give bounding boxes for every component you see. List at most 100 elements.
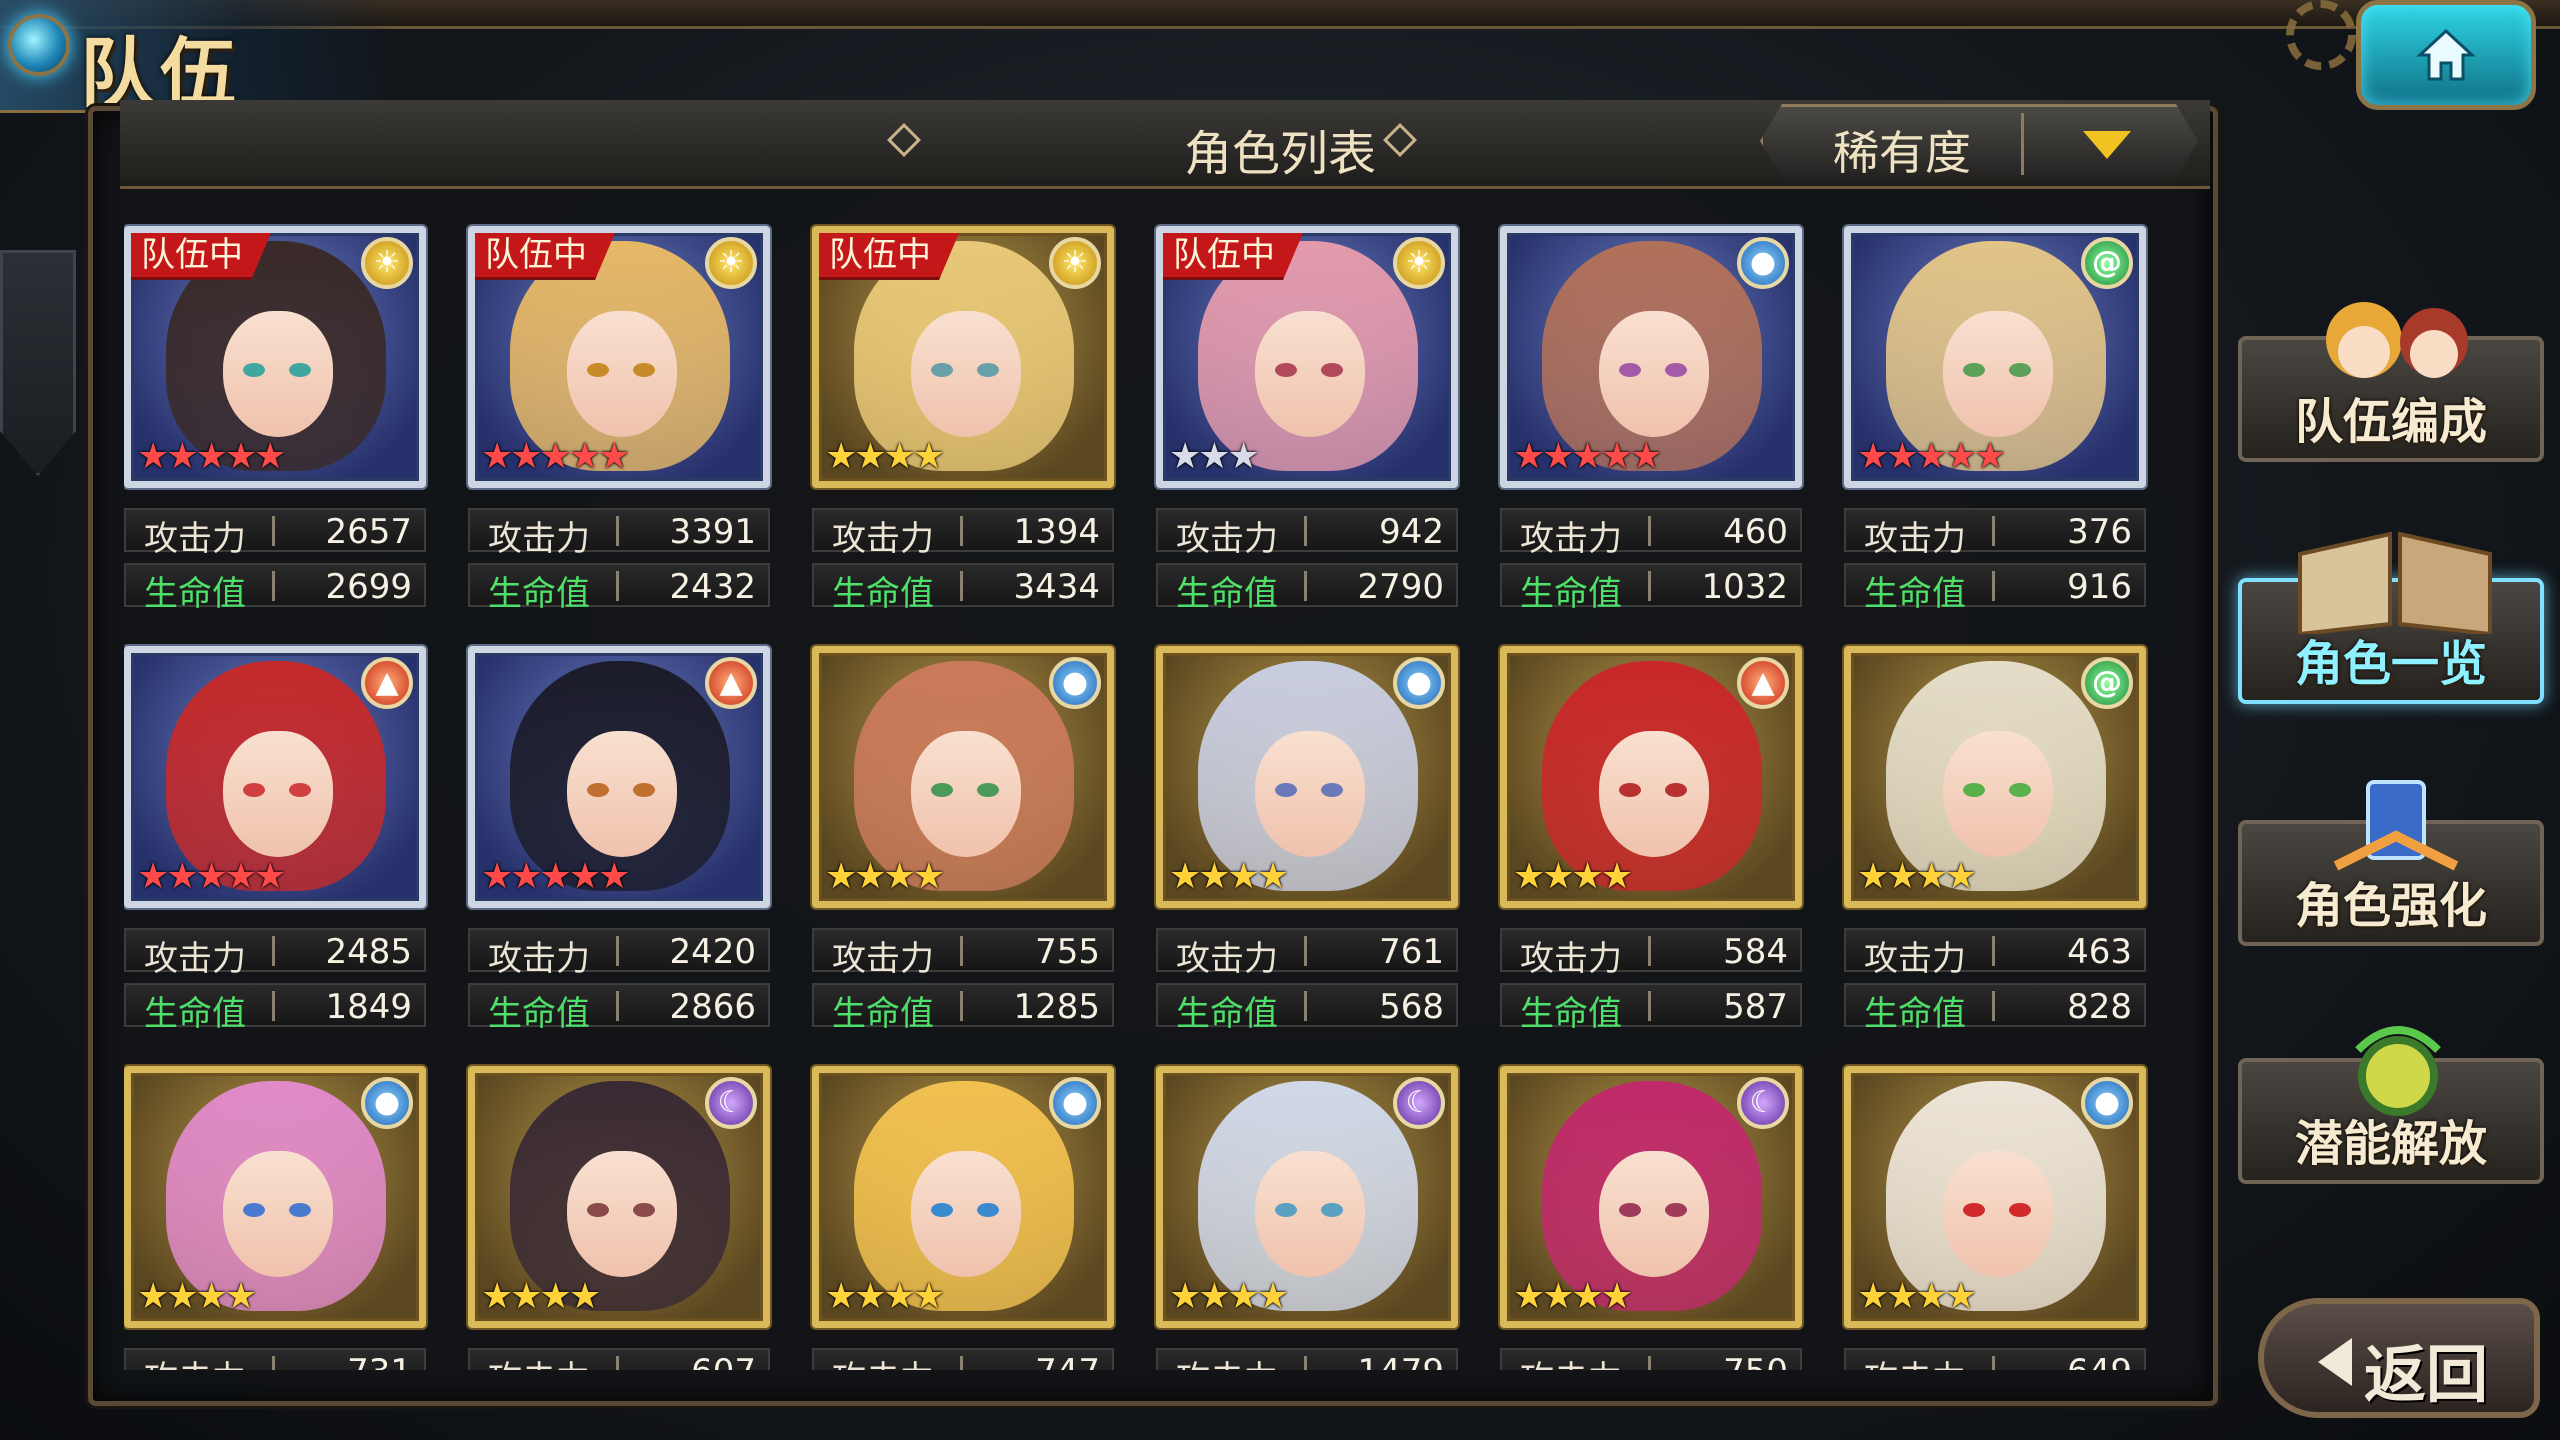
home-button[interactable]	[2356, 0, 2536, 110]
rarity-stars: ★★★	[1169, 436, 1260, 477]
rarity-stars: ★★★★	[825, 1276, 945, 1317]
character-face	[1943, 731, 2053, 857]
character-card[interactable]: 队伍中 ☀ ★★★★★ 攻击力 3391 生命值 2432	[468, 226, 770, 614]
character-eye	[2009, 363, 2031, 377]
stat-divider	[960, 571, 963, 601]
character-face	[1943, 311, 2053, 437]
character-portrait[interactable]: ▲ ★★★★★	[468, 646, 770, 908]
hp-stat: 生命值 916	[1844, 563, 2146, 614]
character-face	[567, 1151, 677, 1277]
character-portrait[interactable]: ● ★★★★	[124, 1066, 426, 1328]
character-face	[1255, 311, 1365, 437]
character-card[interactable]: ▲ ★★★★★ 攻击力 2420 生命值 2866	[468, 646, 770, 1034]
character-portrait[interactable]: ● ★★★★	[812, 1066, 1114, 1328]
hp-stat-value: 1849	[325, 987, 412, 1027]
character-portrait[interactable]: ☾ ★★★★	[1156, 1066, 1458, 1328]
character-portrait[interactable]: ● ★★★★	[1156, 646, 1458, 908]
sort-dropdown[interactable]: 稀有度	[1760, 104, 2198, 180]
hp-stat-value: 568	[1379, 987, 1444, 1027]
stat-divider	[272, 516, 275, 546]
attack-stat-value: 2420	[669, 932, 756, 972]
character-card[interactable]: ▲ ★★★★★ 攻击力 2485 生命值 1849	[124, 646, 426, 1034]
stat-divider	[1992, 516, 1995, 546]
character-card[interactable]: ● ★★★★★ 攻击力 460 生命值 1032	[1500, 226, 1802, 614]
hp-stat: 生命值 1032	[1500, 563, 1802, 614]
character-grid[interactable]: 队伍中 ☀ ★★★★★ 攻击力 2657 生命值 2699 队伍中 ☀ ★★★★★ 攻击力 3391 生…	[124, 220, 2164, 1370]
back-button[interactable]: 返回	[2258, 1298, 2540, 1418]
side-menu-potential-unlock[interactable]: 潜能解放	[2238, 1026, 2544, 1184]
character-portrait[interactable]: 队伍中 ☀ ★★★	[1156, 226, 1458, 488]
character-card[interactable]: ☾ ★★★★ 攻击力 1479	[1156, 1066, 1458, 1370]
character-portrait[interactable]: ▲ ★★★★	[1500, 646, 1802, 908]
character-card[interactable]: ☾ ★★★★ 攻击力 607	[468, 1066, 770, 1370]
side-menu-team-formation[interactable]: 队伍编成	[2238, 302, 2544, 462]
attack-stat: 攻击力 2420	[468, 928, 770, 979]
hp-stat: 生命值 1849	[124, 983, 426, 1034]
hp-stat: 生命值 568	[1156, 983, 1458, 1034]
attack-stat-label: 攻击力	[1864, 939, 1966, 979]
side-menu-character-enhance[interactable]: 角色强化	[2238, 780, 2544, 946]
character-card[interactable]: 队伍中 ☀ ★★★★ 攻击力 1394 生命值 3434	[812, 226, 1114, 614]
stat-divider	[1304, 516, 1307, 546]
character-card[interactable]: ● ★★★★ 攻击力 649	[1844, 1066, 2146, 1370]
attack-stat-label: 攻击力	[144, 519, 246, 559]
attack-stat: 攻击力 750	[1500, 1348, 1802, 1370]
character-card[interactable]: ● ★★★★ 攻击力 731	[124, 1066, 426, 1370]
character-eye	[289, 783, 311, 797]
character-face	[1943, 1151, 2053, 1277]
character-eye	[1321, 783, 1343, 797]
character-card[interactable]: ● ★★★★ 攻击力 761 生命值 568	[1156, 646, 1458, 1034]
hp-stat-label: 生命值	[1864, 574, 1966, 614]
rarity-stars: ★★★★★	[137, 436, 286, 477]
character-portrait[interactable]: ▲ ★★★★★	[124, 646, 426, 908]
character-portrait[interactable]: 队伍中 ☀ ★★★★★	[468, 226, 770, 488]
character-card[interactable]: @ ★★★★★ 攻击力 376 生命值 916	[1844, 226, 2146, 614]
fire-element-icon: ▲	[705, 657, 757, 709]
attack-stat-value: 2485	[325, 932, 412, 972]
character-eye	[1665, 1203, 1687, 1217]
character-portrait[interactable]: 队伍中 ☀ ★★★★	[812, 226, 1114, 488]
character-eye	[977, 1203, 999, 1217]
character-portrait[interactable]: ● ★★★★	[1844, 1066, 2146, 1328]
stat-divider	[1992, 936, 1995, 966]
hp-stat: 生命值 2699	[124, 563, 426, 614]
character-portrait[interactable]: ● ★★★★★	[1500, 226, 1802, 488]
character-face	[1255, 1151, 1365, 1277]
wind-element-icon: @	[2081, 237, 2133, 289]
rarity-stars: ★★★★	[1857, 1276, 1977, 1317]
character-eye	[289, 363, 311, 377]
character-portrait[interactable]: @ ★★★★	[1844, 646, 2146, 908]
attack-stat: 攻击力 2657	[124, 508, 426, 559]
sort-selected-value: 稀有度	[1833, 126, 1971, 180]
rarity-stars: ★★★★	[481, 1276, 601, 1317]
attack-stat-label: 攻击力	[144, 1351, 246, 1370]
character-portrait[interactable]: @ ★★★★★	[1844, 226, 2146, 488]
character-eye	[633, 783, 655, 797]
character-portrait[interactable]: 队伍中 ☀ ★★★★★	[124, 226, 426, 488]
character-eye	[1619, 783, 1641, 797]
character-card[interactable]: ● ★★★★ 攻击力 747	[812, 1066, 1114, 1370]
character-portrait[interactable]: ● ★★★★	[812, 646, 1114, 908]
hp-stat-value: 828	[2067, 987, 2132, 1027]
attack-stat-label: 攻击力	[488, 1351, 590, 1370]
character-card[interactable]: ▲ ★★★★ 攻击力 584 生命值 587	[1500, 646, 1802, 1034]
character-card[interactable]: 队伍中 ☀ ★★★★★ 攻击力 2657 生命值 2699	[124, 226, 426, 614]
rarity-stars: ★★★★	[1513, 856, 1633, 897]
attack-stat-value: 3391	[669, 512, 756, 552]
rarity-stars: ★★★★★	[137, 856, 286, 897]
attack-stat-value: 750	[1723, 1352, 1788, 1370]
side-menu-character-list[interactable]: 角色一览	[2238, 531, 2544, 704]
character-card[interactable]: 队伍中 ☀ ★★★ 攻击力 942 生命值 2790	[1156, 226, 1458, 614]
attack-stat: 攻击力 731	[124, 1348, 426, 1370]
character-portrait[interactable]: ☾ ★★★★	[1500, 1066, 1802, 1328]
character-face	[1255, 731, 1365, 857]
character-card[interactable]: @ ★★★★ 攻击力 463 生命值 828	[1844, 646, 2146, 1034]
character-eye	[977, 363, 999, 377]
character-card[interactable]: ● ★★★★ 攻击力 755 生命值 1285	[812, 646, 1114, 1034]
character-eye	[2009, 783, 2031, 797]
character-card[interactable]: ☾ ★★★★ 攻击力 750	[1500, 1066, 1802, 1370]
attack-stat-value: 584	[1723, 932, 1788, 972]
attack-stat: 攻击力 463	[1844, 928, 2146, 979]
attack-stat: 攻击力 607	[468, 1348, 770, 1370]
character-portrait[interactable]: ☾ ★★★★	[468, 1066, 770, 1328]
